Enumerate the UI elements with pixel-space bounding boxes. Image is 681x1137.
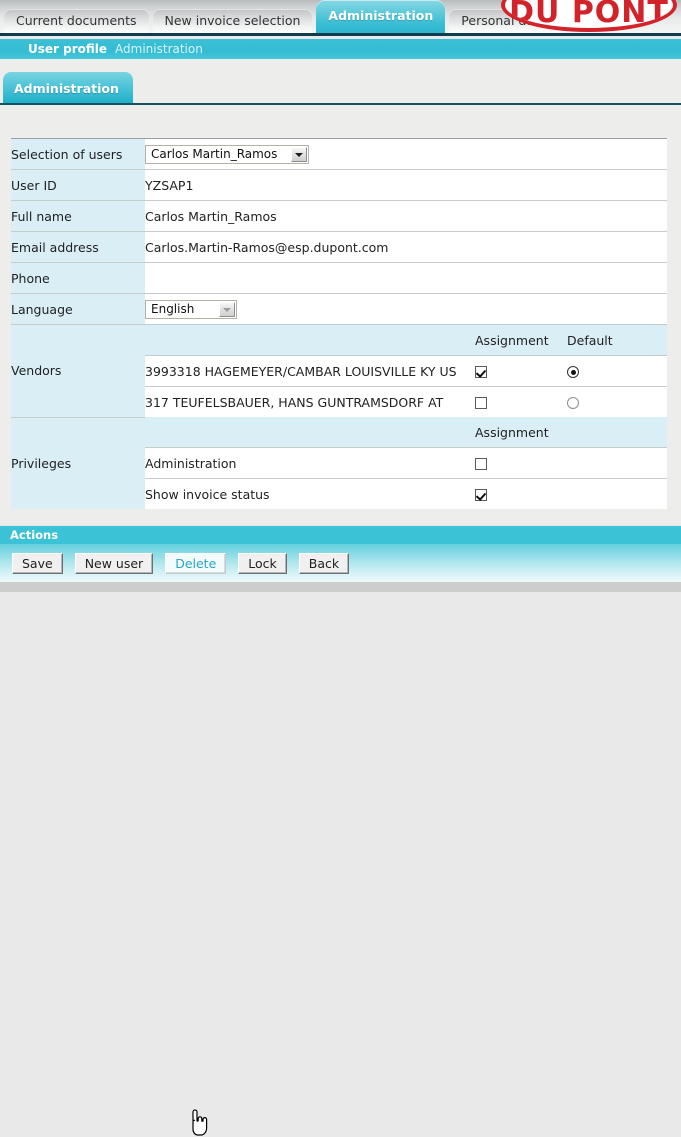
vendor-assignment-checkbox[interactable] [475,397,487,409]
privileges-section: Privileges Assignment Administration Sho… [11,417,667,509]
registered-trademark-icon: ® [657,17,665,26]
privilege-name: Show invoice status [145,478,475,509]
table-row: 317 TEUFELSBAUER, HANS GUNTRAMSDORF AT [145,386,667,417]
privileges-column-assignment: Assignment [475,417,567,448]
field-value-user-id: YZSAP1 [145,169,667,201]
vendor-default-radio[interactable] [567,366,579,378]
save-button[interactable]: Save [12,553,63,574]
actions-header-bar: Actions [0,526,681,544]
tab-new-invoice-selection[interactable]: New invoice selection [152,9,313,33]
privilege-assignment-cell [475,447,567,479]
selection-of-users-dropdown[interactable]: Carlos Martin_Ramos [145,144,309,164]
chevron-down-icon[interactable] [291,146,307,162]
privileges-header-blank [145,417,475,448]
chevron-down-icon[interactable] [219,301,235,317]
field-value-phone [145,262,667,294]
privileges-table: Assignment Administration Show invoice s… [145,417,667,509]
vendors-header-blank [145,325,475,356]
vendor-name: 3993318 HAGEMEYER/CAMBAR LOUISVILLE KY U… [145,355,475,387]
field-label-email-address: Email address [11,231,145,263]
tab-administration[interactable]: Administration [316,0,446,33]
privilege-assignment-cell [475,478,567,509]
lock-button[interactable]: Lock [238,553,287,574]
footer-strip [0,582,681,592]
field-value-full-name: Carlos Martin_Ramos [145,200,667,232]
vendor-default-radio[interactable] [567,397,579,409]
tab-current-documents[interactable]: Current documents [4,9,149,33]
table-row: Email address Carlos.Martin-Ramos@esp.du… [11,231,667,263]
field-value-email-address: Carlos.Martin-Ramos@esp.dupont.com [145,231,667,263]
field-label-selection-of-users: Selection of users [11,138,145,170]
field-value-language: English [145,293,667,325]
privilege-assignment-checkbox[interactable] [475,458,487,470]
field-label-phone: Phone [11,262,145,294]
privilege-spacer-cell [567,478,667,509]
field-label-user-id: User ID [11,169,145,201]
new-user-button[interactable]: New user [74,553,154,574]
actions-button-area: Save New user Delete Lock Back [0,544,681,1136]
breadcrumb-bar: User profile Administration [0,39,681,59]
action-button-row: Save New user Delete Lock Back [12,553,350,574]
table-row: 3993318 HAGEMEYER/CAMBAR LOUISVILLE KY U… [145,355,667,387]
privileges-header-spacer [567,417,667,448]
field-label-language: Language [11,293,145,325]
vendors-section: Vendors Assignment Default 3993318 HAGEM… [11,324,667,418]
table-row: Show invoice status [145,478,667,509]
vendor-default-cell [567,386,667,417]
vendors-column-default: Default [567,325,667,356]
table-row: Language English [11,293,667,325]
privileges-header-row: Assignment [145,417,667,448]
field-value-selection-of-users: Carlos Martin_Ramos [145,138,667,170]
privileges-table-cell: Assignment Administration Show invoice s… [145,417,667,509]
breadcrumb: User profile Administration [0,39,681,59]
privilege-assignment-checkbox[interactable] [475,489,487,501]
actions-title: Actions [10,528,59,542]
breadcrumb-item-administration[interactable]: Administration [115,42,203,56]
main-tab-list: Current documents New invoice selection … [4,0,563,33]
privilege-name: Administration [145,447,475,479]
top-tab-bar: Current documents New invoice selection … [0,0,681,36]
vendor-assignment-cell [475,355,567,387]
user-profile-form: Selection of users Carlos Martin_Ramos U… [11,138,667,509]
section-label-privileges: Privileges [11,417,145,509]
table-row: User ID YZSAP1 [11,169,667,201]
table-row: Full name Carlos Martin_Ramos [11,200,667,232]
table-row: Phone [11,262,667,294]
table-row: Administration [145,447,667,479]
content-panel: Administration Selection of users Carlos… [0,59,681,524]
vendors-column-assignment: Assignment [475,325,567,356]
mouse-cursor-pointer-icon [192,1109,208,1136]
vendors-header-row: Assignment Default [145,325,667,356]
vendor-assignment-cell [475,386,567,417]
back-button[interactable]: Back [298,553,350,574]
logo-text: DU PONT [509,0,669,30]
vendors-table-cell: Assignment Default 3993318 HAGEMEYER/CAM… [145,325,667,417]
section-label-vendors: Vendors [11,324,145,418]
selection-of-users-selected-value: Carlos Martin_Ramos [151,147,278,161]
vendor-name: 317 TEUFELSBAUER, HANS GUNTRAMSDORF AT [145,386,475,417]
breadcrumb-item-user-profile[interactable]: User profile [28,42,107,56]
vendors-table: Assignment Default 3993318 HAGEMEYER/CAM… [145,325,667,417]
table-row: Selection of users Carlos Martin_Ramos [11,138,667,170]
vendor-default-cell [567,355,667,387]
section-tab-administration[interactable]: Administration [3,72,133,103]
dupont-logo: DU PONT ® [501,0,677,32]
privilege-spacer-cell [567,447,667,479]
section-tab-bar: Administration [0,72,681,105]
profile-table: Selection of users Carlos Martin_Ramos U… [11,138,667,509]
language-selected-value: English [151,302,195,316]
delete-button[interactable]: Delete [165,553,227,574]
field-label-full-name: Full name [11,200,145,232]
vendor-assignment-checkbox[interactable] [475,366,487,378]
language-dropdown[interactable]: English [145,299,237,319]
